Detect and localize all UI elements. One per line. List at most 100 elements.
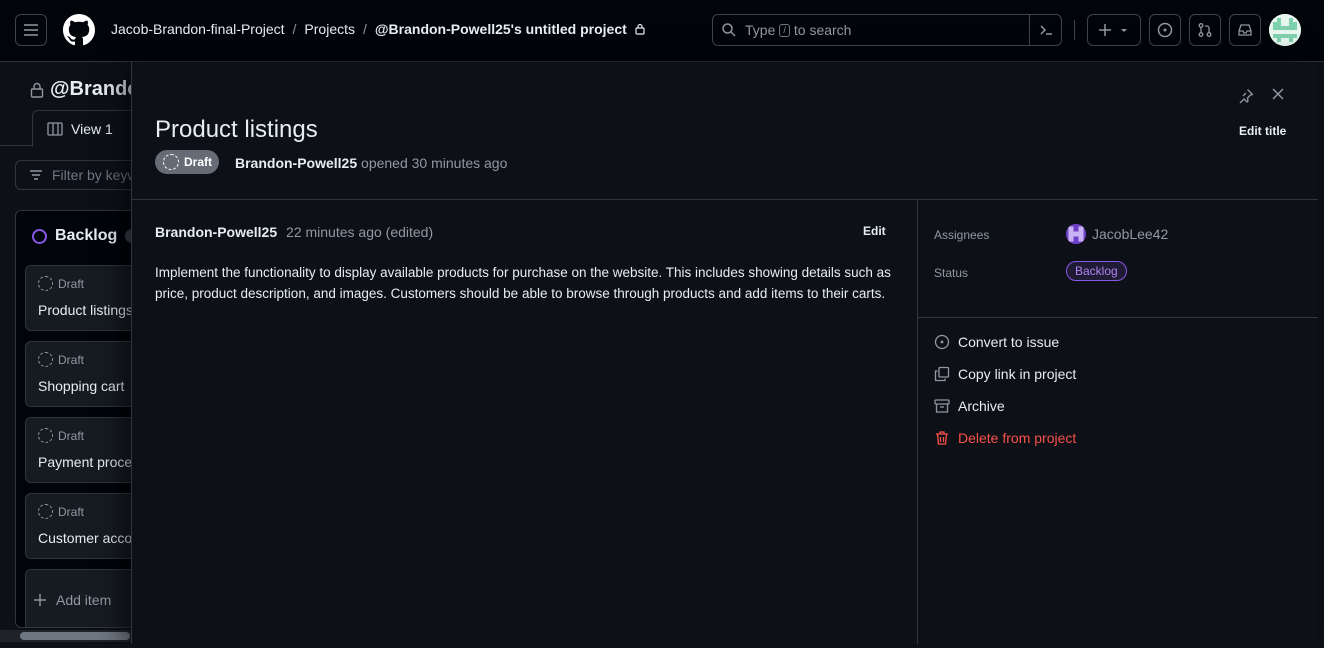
action-label: Copy link in project	[958, 366, 1077, 382]
window-bottom-edge	[0, 644, 1324, 648]
inbox-icon	[1238, 24, 1252, 36]
global-header: Jacob-Brandon-final-Project / Projects /…	[0, 0, 1324, 62]
search-icon	[722, 23, 736, 37]
horizontal-scrollbar[interactable]	[0, 630, 140, 642]
trash-icon	[934, 430, 950, 446]
draft-icon	[38, 428, 53, 443]
status-field[interactable]: Backlog	[1066, 261, 1127, 281]
edit-title-button[interactable]: Edit title	[1239, 124, 1286, 138]
filter-icon	[30, 170, 42, 180]
search-input[interactable]: Type / to search	[712, 14, 1062, 46]
archive-icon	[934, 398, 950, 414]
tab-label: View 1	[71, 121, 113, 137]
convert-to-issue-button[interactable]: Convert to issue	[934, 334, 1059, 350]
item-side-panel: Product listings Draft Brandon-Powell25 …	[131, 62, 1318, 644]
pull-requests-button[interactable]	[1189, 14, 1221, 46]
card-status: Draft	[38, 276, 84, 291]
project-title: @Brando	[30, 78, 140, 101]
comment-author[interactable]: Brandon-Powell25	[155, 224, 277, 240]
action-label: Convert to issue	[958, 334, 1060, 350]
scrollbar-thumb[interactable]	[20, 632, 130, 640]
breadcrumb-repo[interactable]: Jacob-Brandon-final-Project	[111, 21, 285, 37]
delete-from-project-button[interactable]: Delete from project	[934, 430, 1076, 446]
board-column-backlog: Backlog 7 Draft Product listings Draft S…	[15, 210, 145, 628]
author-link[interactable]: Brandon-Powell25	[235, 155, 357, 171]
breadcrumb-separator: /	[363, 21, 367, 37]
github-logo-icon[interactable]	[63, 14, 95, 46]
plus-icon	[34, 594, 46, 606]
copy-link-button[interactable]: Copy link in project	[934, 366, 1076, 382]
copy-icon	[934, 366, 950, 382]
column-header: Backlog 7	[32, 227, 144, 245]
comment-body: Implement the functionality to display a…	[155, 265, 891, 301]
opened-meta: Brandon-Powell25 opened 30 minutes ago	[235, 155, 507, 171]
close-icon	[1272, 88, 1284, 100]
panel-header: Product listings Draft Brandon-Powell25 …	[132, 62, 1318, 200]
action-label: Archive	[958, 398, 1005, 414]
comment-meta: 22 minutes ago (edited)	[286, 224, 434, 240]
card-status: Draft	[38, 428, 84, 443]
draft-icon	[163, 154, 179, 170]
comment-area: Brandon-Powell25 22 minutes ago (edited)…	[132, 200, 918, 644]
assignee-avatar	[1066, 224, 1086, 244]
assignee-field[interactable]: JacobLee42	[1066, 224, 1168, 244]
board-card[interactable]: Draft Payment proces	[25, 417, 144, 483]
board-card[interactable]: Draft Product listings	[25, 265, 144, 331]
comment-header: Brandon-Powell25 22 minutes ago (edited)	[155, 224, 433, 240]
filter-input[interactable]: Filter by keyw	[15, 160, 145, 190]
add-item-button[interactable]: Add item	[34, 592, 111, 608]
inbox-button[interactable]	[1229, 14, 1261, 46]
draft-icon	[38, 276, 53, 291]
archive-button[interactable]: Archive	[934, 398, 1005, 414]
hamburger-icon	[24, 24, 38, 36]
issues-button[interactable]	[1149, 14, 1181, 46]
card-status: Draft	[38, 352, 84, 367]
card-status-label: Draft	[58, 276, 85, 291]
card-title[interactable]: Shopping cart	[38, 378, 124, 394]
card-status-label: Draft	[58, 504, 85, 519]
plus-icon	[1099, 24, 1111, 36]
card-title[interactable]: Product listings	[38, 302, 133, 318]
draft-badge-label: Draft	[184, 155, 213, 169]
search-placeholder-suffix: to search	[793, 22, 852, 38]
issue-opened-icon	[934, 334, 950, 350]
draft-icon	[38, 352, 53, 367]
action-label: Delete from project	[958, 430, 1077, 446]
draft-status-badge: Draft	[155, 150, 219, 174]
header-divider	[1074, 20, 1075, 40]
board-card[interactable]: Draft Shopping cart	[25, 341, 144, 407]
edit-comment-button[interactable]: Edit	[863, 224, 886, 238]
card-status-label: Draft	[58, 352, 85, 367]
item-title: Product listings	[155, 116, 318, 143]
filter-placeholder: Filter by keyw	[52, 167, 138, 183]
user-avatar[interactable]	[1269, 14, 1301, 46]
lock-icon	[30, 82, 44, 98]
opened-text: opened 30 minutes ago	[361, 155, 508, 171]
card-title[interactable]: Payment proces	[38, 454, 139, 470]
card-status: Draft	[38, 504, 84, 519]
create-new-button[interactable]	[1087, 14, 1141, 46]
breadcrumb-projects[interactable]: Projects	[304, 21, 355, 37]
pin-icon	[1239, 89, 1254, 104]
search-shortcut-key: /	[779, 23, 790, 37]
search-placeholder-prefix: Type	[745, 22, 776, 38]
assignees-label: Assignees	[934, 228, 990, 242]
add-item-label: Add item	[56, 592, 112, 608]
breadcrumb-project[interactable]: @Brandon-Powell25's untitled project	[375, 21, 627, 37]
breadcrumb: Jacob-Brandon-final-Project / Projects /…	[111, 21, 645, 37]
menu-button[interactable]	[15, 14, 47, 46]
board-card[interactable]: Draft Customer accou	[25, 493, 144, 559]
breadcrumb-separator: /	[292, 21, 297, 37]
tab-view-1[interactable]: View 1	[32, 110, 142, 147]
git-pull-request-icon	[1198, 23, 1212, 37]
issue-opened-icon	[1157, 22, 1173, 38]
assignee-name: JacobLee42	[1092, 226, 1169, 242]
command-palette-button[interactable]	[1029, 15, 1061, 45]
close-button[interactable]	[1268, 84, 1288, 104]
project-title-text: @Brando	[50, 78, 140, 100]
card-title[interactable]: Customer accou	[38, 530, 140, 546]
card-status-label: Draft	[58, 428, 85, 443]
pin-button[interactable]	[1236, 86, 1256, 106]
table-board-icon	[47, 122, 63, 136]
column-name: Backlog	[55, 227, 118, 244]
